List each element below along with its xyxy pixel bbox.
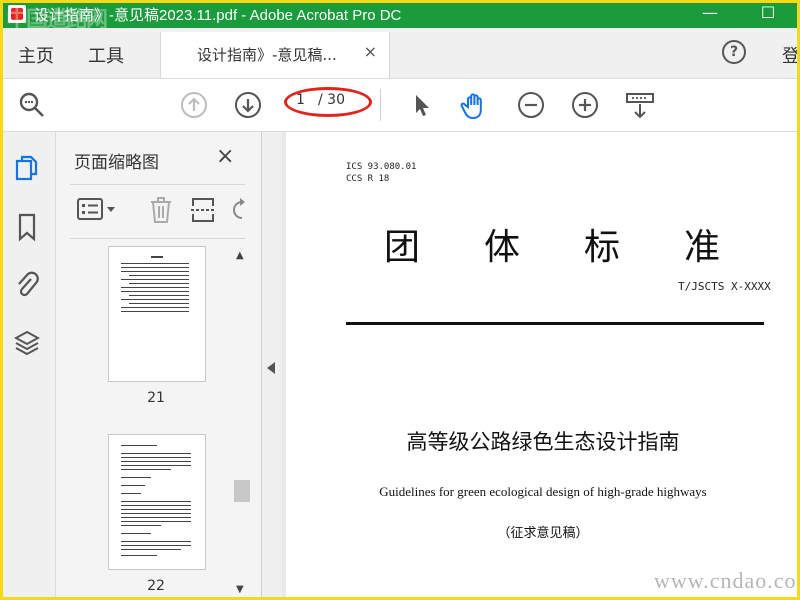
watermark-bottom-right: www.cndao.com [654, 568, 800, 593]
thumbnails-heading: 页面缩略图 [74, 153, 159, 173]
layers-icon[interactable] [13, 328, 41, 358]
document-tab-label: 设计指南》-意见稿... [197, 46, 337, 64]
delete-page-icon[interactable] [148, 196, 174, 223]
scroll-up-icon[interactable]: ▲ [236, 250, 244, 261]
sign-in-button[interactable]: 登 [782, 42, 800, 68]
help-icon[interactable]: ? [722, 40, 746, 64]
menu-home[interactable]: 主页 [18, 42, 54, 68]
ics-code: ICS 93.080.01 [346, 162, 417, 172]
menu-bar: 主页 工具 设计指南》-意见稿... × ? 登 [0, 28, 800, 79]
bookmarks-icon[interactable] [14, 212, 40, 242]
search-icon[interactable] [18, 91, 46, 119]
scrollbar-thumb[interactable] [234, 480, 250, 502]
page-thumbnail-22[interactable] [108, 434, 206, 570]
attachments-icon[interactable] [14, 270, 40, 300]
select-cursor-icon[interactable] [408, 91, 436, 119]
page-thumbnail-label: 22 [147, 578, 165, 594]
page-thumbnail-label: 21 [147, 390, 165, 406]
navigation-pane [0, 132, 56, 600]
rotate-page-icon[interactable] [228, 196, 246, 222]
page-thumbnail-21[interactable] [108, 246, 206, 382]
minimize-button[interactable]: — [690, 0, 730, 28]
hand-tool-icon[interactable] [460, 91, 488, 120]
scroll-down-icon[interactable]: ▼ [236, 584, 244, 595]
document-tab[interactable]: 设计指南》-意见稿... × [160, 32, 390, 78]
title-bar: 中国道路网 设计指南》-意见稿2023.11.pdf - Adobe Acrob… [0, 0, 800, 33]
page-thumbnails-panel: 页面缩略图 × 21 22 ▲ ▼ [56, 132, 262, 600]
tab-close-icon[interactable]: × [364, 42, 377, 61]
document-title-cn: 高等级公路绿色生态设计指南 [406, 430, 680, 454]
thumbnail-options-icon[interactable] [76, 196, 120, 222]
zoom-in-icon[interactable] [571, 91, 599, 119]
ccs-code: CCS R 18 [346, 174, 390, 184]
heading-char-2: 体 [484, 227, 521, 268]
document-page: ICS 93.080.01 CCS R 18 团 体 标 准 T/JSCTS X… [286, 132, 800, 600]
header-rule [346, 322, 764, 325]
panel-divider [70, 184, 245, 185]
maximize-button[interactable]: ☐ [748, 0, 788, 28]
heading-char-4: 准 [684, 227, 721, 268]
document-viewer[interactable]: ICS 93.080.01 CCS R 18 团 体 标 准 T/JSCTS X… [282, 132, 800, 600]
document-title-en: Guidelines for green ecological design o… [379, 484, 707, 499]
panel-divider-2 [70, 238, 245, 239]
heading-char-1: 团 [384, 227, 421, 268]
panel-collapse-bar[interactable] [262, 132, 282, 600]
page-thumbnails-icon[interactable] [14, 154, 40, 184]
next-page-icon[interactable] [234, 91, 262, 119]
split-page-icon[interactable] [190, 196, 216, 222]
heading-char-3: 标 [584, 227, 621, 268]
collapse-left-icon[interactable] [267, 362, 275, 374]
previous-page-icon[interactable] [180, 91, 208, 119]
window-title: 设计指南》-意见稿2023.11.pdf - Adobe Acrobat Pro… [34, 7, 402, 24]
toolbar: 1/ 30 [0, 79, 800, 132]
menu-tools[interactable]: 工具 [88, 42, 124, 68]
standard-number: T/JSCTS X-XXXX [678, 280, 771, 293]
zoom-out-icon[interactable] [517, 91, 545, 119]
red-highlight-ellipse [284, 87, 372, 117]
close-panel-icon[interactable]: × [216, 144, 234, 169]
page-display-icon[interactable] [624, 91, 656, 119]
draft-label: （征求意见稿） [497, 526, 589, 541]
thumbnails-scrollbar[interactable]: ▲ ▼ [232, 244, 252, 600]
toolbar-separator [380, 89, 381, 121]
